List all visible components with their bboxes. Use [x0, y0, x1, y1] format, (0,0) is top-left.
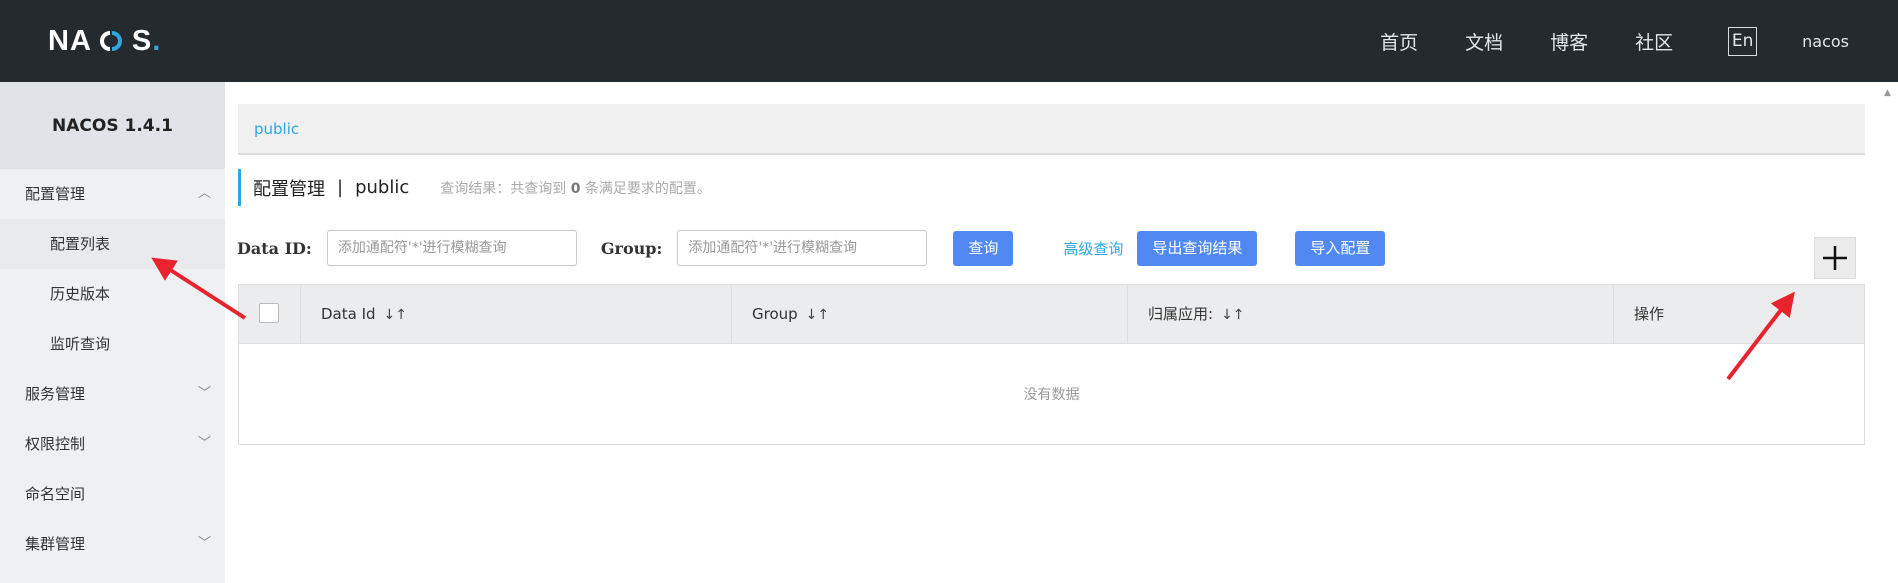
chevron-down-icon: ﹀: [197, 436, 211, 451]
sort-icon[interactable]: ↓↑: [384, 307, 407, 323]
nav-community[interactable]: 社区: [1635, 28, 1673, 55]
sidebar: NACOS 1.4.1 配置管理 ︿ 配置列表 历史版本 监听查询 服务管理 ﹀…: [0, 82, 225, 583]
sort-icon[interactable]: ↓↑: [806, 307, 829, 323]
import-config-button[interactable]: 导入配置: [1295, 230, 1386, 266]
sidebar-item-config-management[interactable]: 配置管理 ︿: [0, 169, 225, 219]
nav-home[interactable]: 首页: [1380, 28, 1418, 55]
chevron-down-icon: ﹀: [197, 536, 211, 551]
sidebar-item-label: 服务管理: [25, 385, 86, 403]
empty-state: 没有数据: [1023, 387, 1080, 403]
select-all-column: [239, 285, 301, 343]
namespace-tab-public[interactable]: public: [254, 120, 299, 138]
plus-icon: [1823, 246, 1847, 270]
table-header: Data Id ↓↑ Group ↓↑ 归属应用: ↓↑ 操作: [239, 285, 1864, 344]
advanced-query-link[interactable]: 高级查询: [1063, 238, 1123, 259]
logo-mark-icon: [92, 29, 132, 53]
namespace-breadcrumb: public: [238, 104, 1865, 155]
column-app[interactable]: 归属应用: ↓↑: [1128, 285, 1614, 343]
create-config-button[interactable]: [1814, 237, 1856, 279]
query-summary: 查询结果：共查询到 0 条满足要求的配置。: [440, 180, 711, 197]
sidebar-item-label: 配置管理: [25, 185, 86, 203]
column-group[interactable]: Group ↓↑: [732, 285, 1128, 343]
sidebar-item-cluster-management[interactable]: 集群管理 ﹀: [0, 519, 225, 569]
nacos-logo[interactable]: NA S.: [48, 24, 161, 58]
nav-blog[interactable]: 博客: [1550, 28, 1588, 55]
language-switch-button[interactable]: En: [1728, 26, 1758, 56]
group-search-input[interactable]: 添加通配符'*'进行模糊查询: [677, 230, 928, 266]
sidebar-version-title: NACOS 1.4.1: [0, 82, 225, 169]
dataid-label: Data ID:: [237, 238, 312, 258]
page-title-row: 配置管理 | public 查询结果：共查询到 0 条满足要求的配置。: [238, 169, 711, 206]
top-nav: 首页 文档 博客 社区 En nacos: [1380, 0, 1898, 82]
sidebar-item-namespace[interactable]: 命名空间: [0, 469, 225, 519]
user-menu[interactable]: nacos: [1802, 32, 1849, 51]
title-separator: |: [337, 177, 344, 198]
sidebar-item-label: 历史版本: [50, 285, 111, 303]
sidebar-item-listener-query[interactable]: 监听查询: [0, 319, 225, 369]
sidebar-item-access-control[interactable]: 权限控制 ﹀: [0, 419, 225, 469]
select-all-checkbox[interactable]: [259, 303, 279, 323]
search-filters: Data ID: 添加通配符'*'进行模糊查询 Group: 添加通配符'*'进…: [237, 230, 1386, 266]
sidebar-item-service-management[interactable]: 服务管理 ﹀: [0, 369, 225, 419]
sidebar-item-label: 配置列表: [50, 235, 111, 253]
sort-icon[interactable]: ↓↑: [1221, 307, 1244, 323]
column-actions: 操作: [1634, 305, 1665, 323]
result-count: 0: [570, 180, 581, 197]
chevron-up-icon: ︿: [197, 186, 211, 201]
sidebar-item-label: 监听查询: [50, 335, 111, 353]
page-title: 配置管理: [253, 178, 325, 200]
page-scrollbar[interactable]: ▲: [1880, 82, 1898, 583]
query-button[interactable]: 查询: [953, 230, 1014, 266]
dataid-search-input[interactable]: 添加通配符'*'进行模糊查询: [326, 230, 577, 266]
column-data-id[interactable]: Data Id ↓↑: [301, 285, 732, 343]
group-label: Group:: [600, 238, 663, 258]
sidebar-item-history[interactable]: 历史版本: [0, 269, 225, 319]
export-results-button[interactable]: 导出查询结果: [1137, 230, 1258, 266]
sidebar-item-label: 权限控制: [25, 435, 86, 453]
sidebar-item-label: 命名空间: [25, 485, 86, 503]
top-navbar: NA S. 首页 文档 博客 社区 En nacos: [0, 0, 1898, 82]
sidebar-item-config-list[interactable]: 配置列表: [0, 219, 225, 269]
current-namespace: public: [355, 177, 410, 198]
scroll-up-icon[interactable]: ▲: [1884, 88, 1891, 98]
chevron-down-icon: ﹀: [197, 386, 211, 401]
sidebar-item-label: 集群管理: [25, 535, 86, 553]
nav-docs[interactable]: 文档: [1465, 28, 1503, 55]
config-table: Data Id ↓↑ Group ↓↑ 归属应用: ↓↑ 操作 没有数据: [238, 284, 1865, 445]
main-content: public 配置管理 | public 查询结果：共查询到 0 条满足要求的配…: [225, 82, 1880, 583]
